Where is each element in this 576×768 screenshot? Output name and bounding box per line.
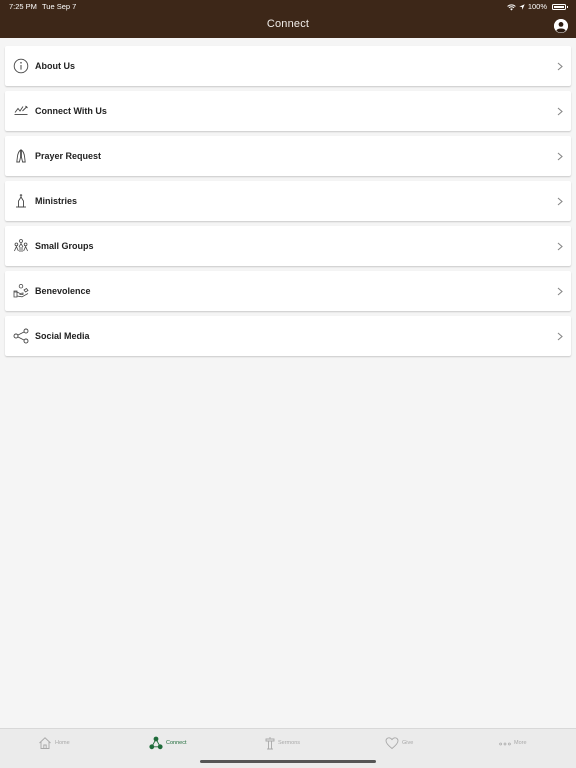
page-title: Connect (266, 18, 310, 30)
menu-item-ministries[interactable]: Ministries (5, 181, 571, 221)
tab-label: Sermons (278, 740, 301, 746)
home-indicator[interactable] (200, 760, 376, 763)
status-bar: 7:25 PM Tue Sep 7 100% (0, 0, 576, 14)
tab-label: Connect (166, 740, 187, 746)
chevron-right-icon (557, 287, 563, 296)
tab-label: Give (402, 740, 414, 746)
menu-item-social-media[interactable]: Social Media (5, 316, 571, 356)
info-icon (13, 58, 29, 74)
tab-home[interactable]: Home (38, 735, 70, 751)
status-date: Tue Sep 7 (42, 2, 77, 11)
tab-more[interactable]: More (499, 735, 527, 751)
connect-icon (149, 736, 163, 750)
battery-percent: 100% (527, 2, 547, 11)
menu-item-label: About Us (35, 61, 75, 71)
tab-label: More (514, 740, 527, 746)
praying-hands-icon (16, 149, 26, 163)
chevron-right-icon (557, 332, 563, 341)
sign-icon (14, 105, 28, 115)
status-right: 100% (507, 0, 568, 14)
connect-menu-list: About Us Connect With Us Prayer Request (5, 46, 571, 361)
heart-icon (385, 737, 399, 750)
menu-item-benevolence[interactable]: Benevolence (5, 271, 571, 311)
pulpit-icon (265, 737, 275, 750)
tab-label: Home (55, 740, 70, 746)
wifi-icon (507, 3, 516, 10)
chevron-right-icon (557, 197, 563, 206)
profile-button[interactable] (554, 19, 568, 33)
tab-sermons[interactable]: Sermons (265, 735, 300, 751)
chevron-right-icon (557, 62, 563, 71)
status-time: 7:25 PM (9, 2, 37, 11)
menu-item-label: Social Media (35, 331, 90, 341)
menu-item-label: Prayer Request (35, 151, 102, 161)
menu-item-label: Small Groups (35, 241, 94, 251)
share-icon (13, 328, 29, 344)
user-icon (554, 19, 568, 33)
group-icon (14, 239, 28, 252)
chevron-right-icon (557, 152, 563, 161)
menu-item-connect-with-us[interactable]: Connect With Us (5, 91, 571, 131)
menu-item-about-us[interactable]: About Us (5, 46, 571, 86)
home-icon (39, 737, 51, 749)
chevron-right-icon (557, 242, 563, 251)
tab-give[interactable]: Give (385, 735, 413, 751)
chevron-right-icon (557, 107, 563, 116)
more-icon (499, 742, 511, 746)
tab-connect[interactable]: Connect (149, 735, 187, 751)
menu-item-small-groups[interactable]: Small Groups (5, 226, 571, 266)
menu-item-label: Ministries (35, 196, 78, 206)
helping-hand-icon (13, 284, 29, 298)
top-bar: 7:25 PM Tue Sep 7 100% Connect (0, 0, 576, 38)
menu-item-label: Benevolence (35, 286, 91, 296)
battery-icon (552, 4, 568, 10)
church-icon (16, 194, 26, 208)
location-arrow-icon (519, 4, 525, 10)
menu-item-prayer-request[interactable]: Prayer Request (5, 136, 571, 176)
menu-item-label: Connect With Us (35, 106, 107, 116)
